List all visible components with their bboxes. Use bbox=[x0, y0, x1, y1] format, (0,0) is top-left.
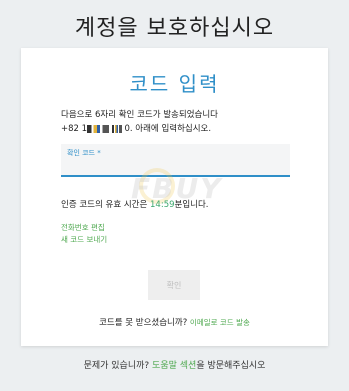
no-code-text: 코드를 못 받으셨습니까? bbox=[99, 318, 188, 328]
card-title: 코드 입력 bbox=[129, 72, 220, 96]
phone-suffix: 0. 아래에 입력하십시오. bbox=[124, 124, 212, 134]
footer-suffix: 을 방문해주십시오 bbox=[196, 361, 266, 371]
description-line: 다음으로 6자리 확인 코드가 발송되었습니다 bbox=[61, 110, 218, 120]
page-title: 계정을 보호하십시오 bbox=[74, 16, 275, 41]
verification-code-field[interactable]: 확인 코드 * bbox=[61, 144, 290, 177]
verification-code-input[interactable] bbox=[67, 158, 282, 172]
verification-card: 코드 입력 다음으로 6자리 확인 코드가 발송되었습니다 +82 1 0. 아… bbox=[21, 48, 328, 346]
expiry-suffix: 분입니다. bbox=[174, 200, 209, 210]
expiry-timer: 14:59 bbox=[150, 200, 175, 210]
description: 다음으로 6자리 확인 코드가 발송되었습니다 +82 1 0. 아래에 입력하… bbox=[61, 108, 301, 136]
expiry-prefix: 인증 코드의 유효 시간은 bbox=[61, 200, 151, 210]
confirm-button[interactable]: 확인 bbox=[148, 270, 200, 300]
footer: 문제가 있습니까? 도움말 섹션을 방문해주십시오 bbox=[0, 358, 349, 371]
page: 계정을 보호하십시오 코드 입력 다음으로 6자리 확인 코드가 발송되었습니다… bbox=[0, 0, 349, 391]
phone-line: +82 1 0. 아래에 입력하십시오. bbox=[61, 122, 301, 136]
phone-prefix: +82 1 bbox=[61, 124, 88, 134]
email-code-link[interactable]: 이메일로 코드 발송 bbox=[190, 318, 250, 327]
help-section-link[interactable]: 도움말 섹션 bbox=[152, 361, 196, 371]
no-code-row: 코드를 못 받으셨습니까? 이메일로 코드 발송 bbox=[21, 316, 328, 328]
redacted-digits bbox=[87, 124, 110, 133]
footer-prefix: 문제가 있습니까? bbox=[83, 361, 153, 371]
resend-code-link[interactable]: 새 코드 보내기 bbox=[61, 234, 107, 245]
edit-phone-link[interactable]: 전화번호 편집 bbox=[61, 222, 105, 233]
expiry-text: 인증 코드의 유효 시간은 14:59분입니다. bbox=[61, 198, 209, 210]
redacted-digits bbox=[111, 124, 122, 133]
verification-code-label: 확인 코드 * bbox=[67, 149, 101, 157]
